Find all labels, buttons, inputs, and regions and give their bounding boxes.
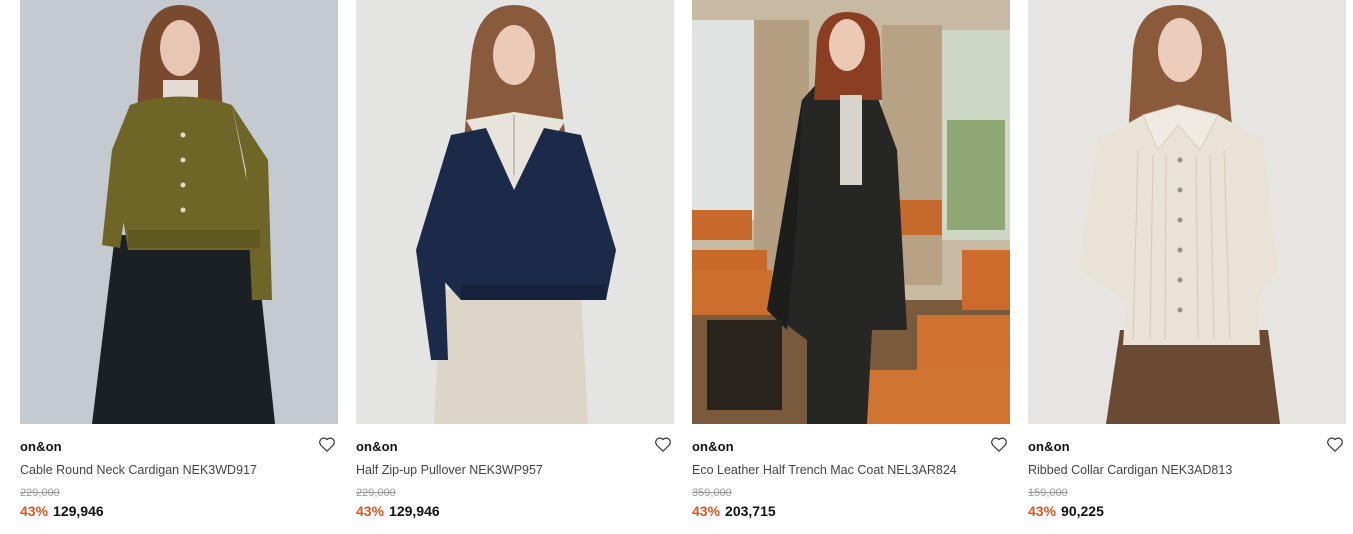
product-name[interactable]: Ribbed Collar Cardigan NEK3AD813 — [1028, 463, 1232, 477]
product-image[interactable] — [1028, 0, 1346, 424]
wishlist-heart-icon[interactable] — [654, 436, 672, 453]
original-price: 229,000 — [20, 487, 60, 499]
product-image[interactable] — [356, 0, 674, 424]
wishlist-heart-icon[interactable] — [318, 436, 336, 453]
sale-price: 129,946 — [53, 503, 104, 519]
product-photo-olive-cardigan — [20, 0, 338, 424]
product-photo-leather-coat — [692, 0, 1010, 424]
wishlist-heart-icon[interactable] — [990, 436, 1008, 453]
wishlist-heart-icon[interactable] — [1326, 436, 1344, 453]
price-row: 43% 129,946 — [356, 503, 440, 519]
product-card[interactable]: on&on Half Zip-up Pullover NEK3WP957 229… — [356, 0, 674, 534]
sale-price: 90,225 — [1061, 503, 1104, 519]
product-image[interactable] — [20, 0, 338, 424]
original-price: 159,000 — [1028, 487, 1068, 499]
discount-rate: 43% — [692, 503, 721, 519]
brand-name[interactable]: on&on — [1028, 439, 1070, 454]
product-card[interactable]: on&on Cable Round Neck Cardigan NEK3WD91… — [20, 0, 338, 534]
sale-price: 129,946 — [389, 503, 440, 519]
price-row: 43% 90,225 — [1028, 503, 1104, 519]
product-photo-navy-pullover — [356, 0, 674, 424]
brand-name[interactable]: on&on — [356, 439, 398, 454]
price-row: 43% 129,946 — [20, 503, 104, 519]
product-card[interactable]: on&on Ribbed Collar Cardigan NEK3AD813 1… — [1028, 0, 1346, 534]
discount-rate: 43% — [356, 503, 385, 519]
brand-name[interactable]: on&on — [20, 439, 62, 454]
brand-name[interactable]: on&on — [692, 439, 734, 454]
discount-rate: 43% — [20, 503, 49, 519]
product-photo-ivory-cardigan — [1028, 0, 1346, 424]
original-price: 359,000 — [692, 487, 732, 499]
product-card[interactable]: on&on Eco Leather Half Trench Mac Coat N… — [692, 0, 1010, 534]
product-name[interactable]: Cable Round Neck Cardigan NEK3WD917 — [20, 463, 257, 477]
product-name[interactable]: Eco Leather Half Trench Mac Coat NEL3AR8… — [692, 463, 957, 477]
price-row: 43% 203,715 — [692, 503, 776, 519]
discount-rate: 43% — [1028, 503, 1057, 519]
sale-price: 203,715 — [725, 503, 776, 519]
product-grid: on&on Cable Round Neck Cardigan NEK3WD91… — [20, 0, 1346, 534]
product-name[interactable]: Half Zip-up Pullover NEK3WP957 — [356, 463, 543, 477]
original-price: 229,000 — [356, 487, 396, 499]
product-image[interactable] — [692, 0, 1010, 424]
